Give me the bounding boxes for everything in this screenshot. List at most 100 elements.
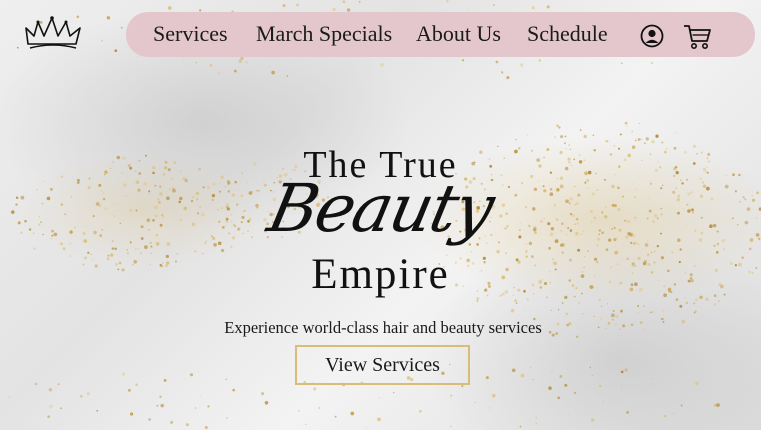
glitter-dot: [245, 60, 249, 64]
glitter-dot: [620, 309, 623, 313]
glitter-dot: [538, 59, 541, 62]
glitter-dot: [49, 404, 53, 408]
glitter-dot: [185, 423, 189, 427]
glitter-dot: [332, 7, 336, 12]
glitter-dot: [461, 59, 465, 62]
glitter-dot: [532, 379, 534, 381]
glitter-dot: [450, 425, 452, 428]
glitter-dot: [377, 417, 381, 422]
glitter-dot: [510, 308, 515, 313]
glitter-dot: [120, 26, 123, 29]
glitter-dot: [232, 388, 236, 392]
hero-title-line-3: Empire: [311, 251, 450, 298]
glitter-dot: [156, 404, 159, 407]
glitter-dot: [637, 305, 640, 307]
glitter-dot: [694, 310, 697, 313]
glitter-dot: [718, 300, 720, 303]
glitter-dot: [573, 391, 577, 395]
glitter-dot: [159, 395, 162, 399]
nav-item-march-specials[interactable]: March Specials: [256, 23, 392, 45]
glitter-dot: [167, 6, 172, 10]
glitter-dot: [127, 388, 131, 392]
glitter-dot: [183, 57, 185, 60]
glitter-dot: [624, 121, 628, 125]
glitter-dot: [350, 411, 355, 416]
glitter-dot: [634, 139, 637, 142]
glitter-dot: [679, 304, 683, 308]
glitter-dot: [557, 396, 561, 400]
glitter-dot: [160, 403, 164, 408]
user-account-icon[interactable]: [640, 24, 664, 53]
glitter-dot: [217, 72, 220, 75]
glitter-dot: [334, 415, 337, 418]
glitter-dot: [233, 69, 237, 73]
glitter-dot: [520, 63, 524, 67]
glitter-dot: [226, 416, 228, 419]
glitter-dot: [194, 407, 197, 409]
glitter-dot: [643, 305, 645, 307]
glitter-dot: [342, 0, 346, 4]
glitter-dot: [519, 425, 522, 428]
glitter-dot: [47, 415, 51, 419]
glitter-dot: [199, 394, 201, 396]
glitter-dot: [619, 133, 622, 136]
shopping-cart-icon[interactable]: [682, 23, 712, 56]
glitter-dot: [163, 378, 167, 382]
glitter-dot: [530, 367, 532, 369]
glitter-dot: [568, 413, 571, 416]
glitter-dot: [561, 302, 564, 304]
glitter-dot: [515, 138, 517, 141]
glitter-dot: [520, 373, 525, 378]
glitter-dot: [606, 303, 609, 305]
glitter-dot: [380, 63, 384, 67]
glitter-dot: [286, 75, 289, 77]
glitter-dot: [612, 309, 615, 312]
glitter-dot: [620, 385, 623, 387]
glitter-dot: [122, 372, 125, 376]
glitter-dot: [135, 383, 138, 386]
glitter-dot: [531, 6, 535, 10]
glitter-dot: [598, 384, 602, 388]
glitter-dot: [591, 374, 593, 377]
glitter-dot: [195, 62, 197, 64]
glitter-dot: [114, 49, 118, 53]
glitter-dot: [8, 396, 11, 398]
glitter-dot: [546, 5, 550, 9]
glitter-dot: [554, 136, 556, 138]
nav-item-services[interactable]: Services: [153, 23, 228, 45]
glitter-dot: [558, 126, 561, 129]
nav-item-schedule[interactable]: Schedule: [527, 23, 608, 45]
glitter-dot: [579, 129, 582, 131]
glitter-dot: [713, 303, 717, 306]
glitter-dot: [523, 306, 525, 308]
crown-logo-icon[interactable]: [22, 14, 84, 54]
glitter-dot: [675, 132, 677, 134]
glitter-dot: [461, 384, 464, 388]
glitter-dot: [649, 311, 652, 314]
glitter-dot: [378, 397, 380, 399]
glitter-dot: [511, 368, 516, 373]
glitter-dot: [318, 407, 321, 409]
glitter-dot: [313, 387, 317, 391]
glitter-dot: [602, 400, 604, 403]
glitter-dot: [86, 392, 90, 396]
glitter-dot: [600, 305, 603, 307]
glitter-dot: [466, 7, 469, 10]
glitter-dot: [693, 302, 696, 305]
view-services-button[interactable]: View Services: [295, 345, 470, 385]
glitter-dot: [358, 1, 361, 3]
glitter-dot: [204, 425, 208, 430]
glitter-dot: [130, 412, 134, 416]
glitter-dot: [189, 373, 194, 377]
glitter-dot: [624, 368, 628, 372]
glitter-dot: [651, 377, 654, 380]
glitter-dot: [716, 403, 720, 407]
nav-item-about-us[interactable]: About Us: [416, 23, 501, 45]
glitter-dot: [611, 313, 615, 318]
glitter-dot: [148, 418, 151, 421]
glitter-dot: [515, 302, 518, 304]
glitter-dot: [264, 401, 269, 405]
glitter-dot: [80, 395, 83, 398]
glitter-dot: [626, 411, 629, 414]
glitter-dot: [282, 3, 286, 8]
